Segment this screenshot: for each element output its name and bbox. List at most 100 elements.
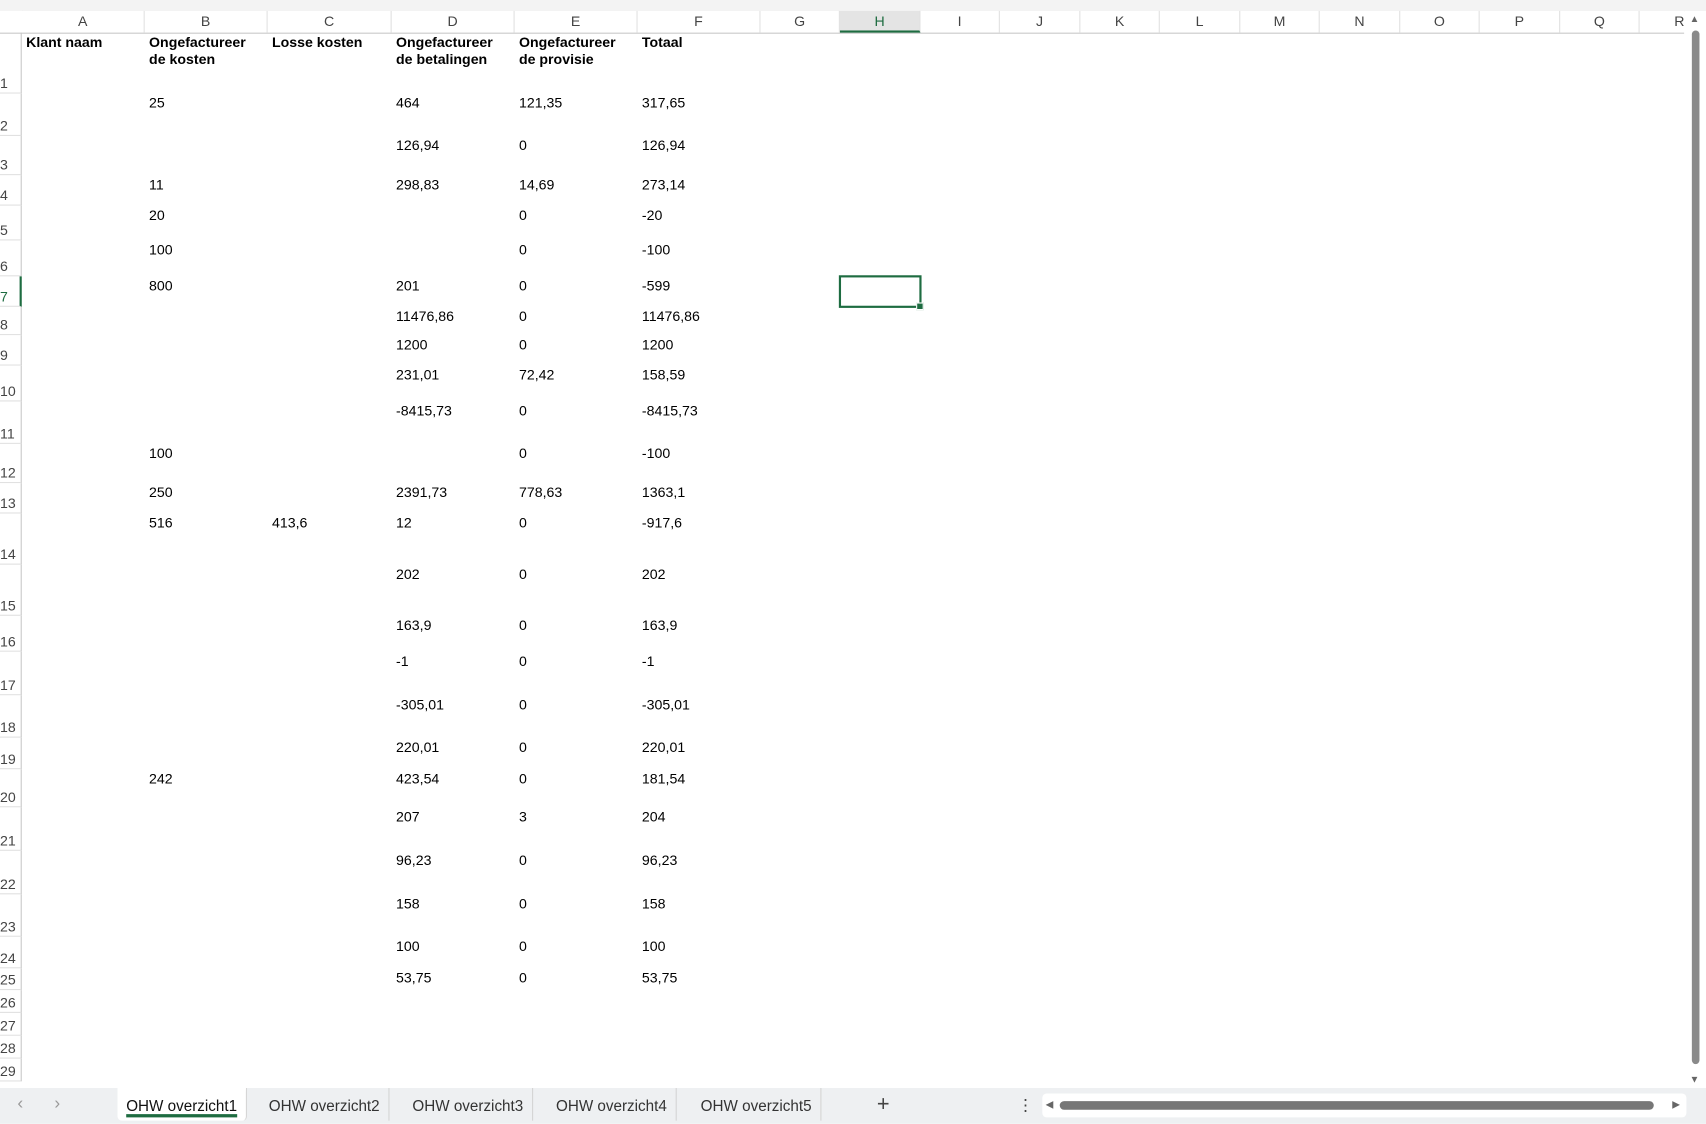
row-header-14[interactable]: 14 xyxy=(0,513,22,565)
cell-d13[interactable]: 2391,73 xyxy=(392,484,515,501)
column-header-q[interactable]: Q xyxy=(1560,10,1640,33)
cell-d16[interactable]: 163,9 xyxy=(392,617,515,634)
row-header-28[interactable]: 28 xyxy=(0,1035,22,1059)
cell-f4[interactable]: 273,14 xyxy=(638,176,761,193)
row-header-3[interactable]: 3 xyxy=(0,136,22,176)
cell-e24[interactable]: 0 xyxy=(515,938,638,955)
cell-e6[interactable]: 0 xyxy=(515,242,638,259)
cell-e22[interactable]: 0 xyxy=(515,852,638,869)
cell-f20[interactable]: 181,54 xyxy=(638,770,761,787)
cell-e14[interactable]: 0 xyxy=(515,515,638,532)
cell-d10[interactable]: 231,01 xyxy=(392,367,515,384)
prev-sheet-icon[interactable]: ‹ xyxy=(17,1095,23,1115)
cell-d4[interactable]: 298,83 xyxy=(392,176,515,193)
column-header-j[interactable]: J xyxy=(1000,10,1081,33)
scroll-left-icon[interactable]: ◀ xyxy=(1046,1099,1054,1111)
cell-e10[interactable]: 72,42 xyxy=(515,367,638,384)
cell-d7[interactable]: 201 xyxy=(392,277,515,294)
cell-d24[interactable]: 100 xyxy=(392,938,515,955)
cell-d20[interactable]: 423,54 xyxy=(392,770,515,787)
cell-e9[interactable]: 0 xyxy=(515,336,638,353)
cell-f12[interactable]: -100 xyxy=(638,445,761,462)
cell-b4[interactable]: 11 xyxy=(145,176,268,193)
row-header-19[interactable]: 19 xyxy=(0,737,22,770)
cell-f8[interactable]: 11476,86 xyxy=(638,308,761,325)
cell-d23[interactable]: 158 xyxy=(392,895,515,912)
row-header-27[interactable]: 27 xyxy=(0,1012,22,1036)
cell-e4[interactable]: 14,69 xyxy=(515,176,638,193)
row-header-2[interactable]: 2 xyxy=(0,93,22,137)
sheet-tab-4[interactable]: OHW overzicht4 xyxy=(547,1088,677,1121)
cell-f25[interactable]: 53,75 xyxy=(638,969,761,986)
row-header-29[interactable]: 29 xyxy=(0,1058,22,1082)
cell-f23[interactable]: 158 xyxy=(638,895,761,912)
row-header-6[interactable]: 6 xyxy=(0,240,22,277)
cell-e7[interactable]: 0 xyxy=(515,277,638,294)
cell-e25[interactable]: 0 xyxy=(515,969,638,986)
column-header-b[interactable]: B xyxy=(145,10,268,33)
column-header-k[interactable]: K xyxy=(1080,10,1160,33)
cell-d15[interactable]: 202 xyxy=(392,566,515,583)
column-header-l[interactable]: L xyxy=(1160,10,1241,33)
cell-b5[interactable]: 20 xyxy=(145,207,268,224)
column-header-m[interactable]: M xyxy=(1240,10,1320,33)
header-cell-a[interactable]: Klant naam xyxy=(22,34,145,51)
row-header-15[interactable]: 15 xyxy=(0,564,22,616)
cell-e19[interactable]: 0 xyxy=(515,739,638,756)
cell-e15[interactable]: 0 xyxy=(515,566,638,583)
row-header-5[interactable]: 5 xyxy=(0,205,22,241)
cell-c14[interactable]: 413,6 xyxy=(268,515,392,532)
row-header-13[interactable]: 13 xyxy=(0,483,22,514)
row-header-4[interactable]: 4 xyxy=(0,175,22,206)
cell-b14[interactable]: 516 xyxy=(145,515,268,532)
cell-f6[interactable]: -100 xyxy=(638,242,761,259)
cell-e3[interactable]: 0 xyxy=(515,137,638,154)
cell-f17[interactable]: -1 xyxy=(638,653,761,670)
column-header-h[interactable]: H xyxy=(839,10,921,33)
cell-e17[interactable]: 0 xyxy=(515,653,638,670)
row-header-7[interactable]: 7 xyxy=(0,276,22,307)
cell-f13[interactable]: 1363,1 xyxy=(638,484,761,501)
cell-d9[interactable]: 1200 xyxy=(392,336,515,353)
next-sheet-icon[interactable]: › xyxy=(54,1095,60,1115)
cell-e13[interactable]: 778,63 xyxy=(515,484,638,501)
vertical-scrollbar[interactable]: ▲ ▼ xyxy=(1684,10,1706,1089)
cell-b13[interactable]: 250 xyxy=(145,484,268,501)
cell-e23[interactable]: 0 xyxy=(515,895,638,912)
row-header-21[interactable]: 21 xyxy=(0,807,22,851)
cell-f22[interactable]: 96,23 xyxy=(638,852,761,869)
row-header-10[interactable]: 10 xyxy=(0,365,22,402)
row-header-26[interactable]: 26 xyxy=(0,990,22,1013)
cell-f3[interactable]: 126,94 xyxy=(638,137,761,154)
cell-f16[interactable]: 163,9 xyxy=(638,617,761,634)
cell-e12[interactable]: 0 xyxy=(515,445,638,462)
vertical-scroll-thumb[interactable] xyxy=(1691,30,1700,1065)
cell-f7[interactable]: -599 xyxy=(638,277,761,294)
column-header-a[interactable]: A xyxy=(22,10,145,33)
cell-d14[interactable]: 12 xyxy=(392,515,515,532)
sheet-tab-5[interactable]: OHW overzicht5 xyxy=(692,1088,822,1121)
selected-cell-h7[interactable] xyxy=(838,275,924,311)
cell-f9[interactable]: 1200 xyxy=(638,336,761,353)
header-cell-c[interactable]: Losse kosten xyxy=(268,34,392,51)
scroll-down-icon[interactable]: ▼ xyxy=(1690,1074,1700,1085)
cell-e18[interactable]: 0 xyxy=(515,696,638,713)
column-header-i[interactable]: I xyxy=(920,10,1000,33)
cell-d11[interactable]: -8415,73 xyxy=(392,403,515,420)
header-cell-b[interactable]: Ongefactureer de kosten xyxy=(145,34,268,69)
cell-f18[interactable]: -305,01 xyxy=(638,696,761,713)
row-header-11[interactable]: 11 xyxy=(0,401,22,444)
row-header-1[interactable]: 1 xyxy=(0,32,22,94)
row-header-25[interactable]: 25 xyxy=(0,968,22,991)
column-header-n[interactable]: N xyxy=(1320,10,1401,33)
row-header-17[interactable]: 17 xyxy=(0,651,22,696)
column-header-o[interactable]: O xyxy=(1400,10,1480,33)
row-header-22[interactable]: 22 xyxy=(0,850,22,895)
cell-e5[interactable]: 0 xyxy=(515,207,638,224)
scroll-up-icon[interactable]: ▲ xyxy=(1690,13,1700,24)
cell-f21[interactable]: 204 xyxy=(638,808,761,825)
row-header-18[interactable]: 18 xyxy=(0,695,22,738)
cell-b12[interactable]: 100 xyxy=(145,445,268,462)
row-header-16[interactable]: 16 xyxy=(0,615,22,652)
cell-f2[interactable]: 317,65 xyxy=(638,95,761,112)
